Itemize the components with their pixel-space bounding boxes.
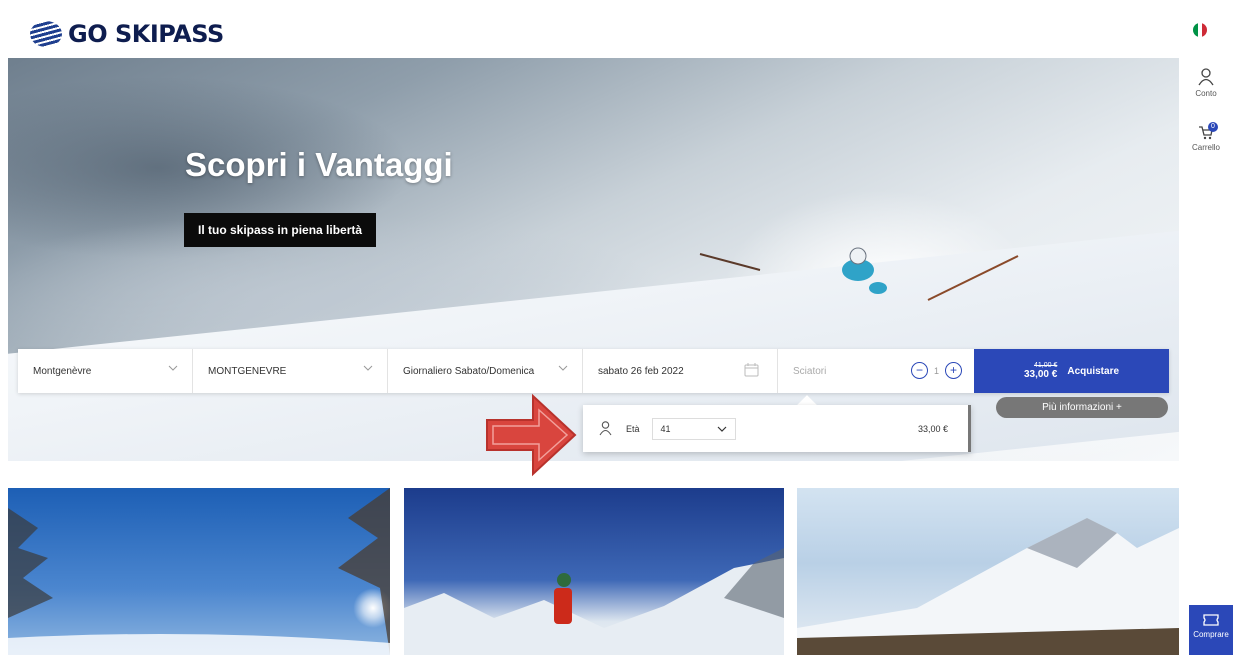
chevron-down-icon bbox=[558, 365, 568, 371]
account-button[interactable]: Conto bbox=[1179, 68, 1233, 98]
promo-card-1[interactable] bbox=[8, 488, 390, 655]
logo[interactable]: GO SKIPASS bbox=[30, 19, 224, 49]
brand-name: GO SKIPASS bbox=[68, 20, 224, 48]
area-select[interactable]: MONTGENEVRE bbox=[193, 349, 388, 393]
resort-value: Montgenèvre bbox=[33, 365, 92, 377]
calendar-icon bbox=[744, 363, 759, 377]
cart-count-badge: 0 bbox=[1208, 122, 1218, 132]
skipass-search-bar: Montgenèvre MONTGENEVRE Giornaliero Saba… bbox=[18, 349, 1169, 393]
globe-logo-icon bbox=[30, 21, 62, 47]
new-price: 33,00 € bbox=[1023, 369, 1058, 381]
skiers-count: 1 bbox=[933, 365, 939, 376]
user-icon bbox=[599, 421, 612, 436]
skier-age-popup: Età 41 33,00 € bbox=[583, 405, 971, 452]
date-value: sabato 26 feb 2022 bbox=[598, 365, 684, 377]
more-info-button[interactable]: Più informazioni + bbox=[996, 397, 1168, 418]
promo-card-2[interactable] bbox=[404, 488, 784, 655]
pass-type-select[interactable]: Giornaliero Sabato/Domenica bbox=[388, 349, 583, 393]
age-select[interactable]: 41 bbox=[651, 417, 736, 440]
user-icon bbox=[1198, 68, 1214, 86]
age-label: Età bbox=[626, 423, 640, 434]
minus-button[interactable]: − bbox=[910, 362, 928, 379]
plus-button[interactable]: + bbox=[945, 362, 962, 379]
buy-label: Acquistare bbox=[1067, 365, 1120, 377]
promo-card-3[interactable] bbox=[797, 488, 1179, 655]
buy-tab-label: Comprare bbox=[1193, 630, 1229, 639]
skiers-placeholder: Sciatori bbox=[793, 365, 827, 377]
account-label: Conto bbox=[1195, 89, 1217, 98]
tree-silhouette bbox=[8, 488, 390, 655]
skier-photo bbox=[404, 548, 784, 655]
annotation-arrow-icon bbox=[486, 393, 577, 477]
date-picker[interactable]: sabato 26 feb 2022 bbox=[583, 349, 778, 393]
chevron-down-icon bbox=[717, 426, 726, 432]
skiers-stepper: − 1 + bbox=[910, 362, 962, 379]
area-value: MONTGENEVRE bbox=[208, 365, 287, 377]
skiers-field[interactable]: Sciatori − 1 + bbox=[778, 349, 974, 393]
hero-title: Scopri i Vantaggi bbox=[185, 146, 453, 183]
skier-price: 33,00 € bbox=[917, 423, 948, 434]
italian-flag-icon[interactable] bbox=[1193, 23, 1207, 37]
ski-poles bbox=[699, 253, 1019, 301]
buy-button[interactable]: 41,00 € 33,00 € Acquistare bbox=[974, 349, 1169, 393]
resort-select[interactable]: Montgenèvre bbox=[18, 349, 193, 393]
cart-button[interactable]: 0 Carrello bbox=[1179, 122, 1233, 152]
mountain-photo bbox=[797, 518, 1179, 655]
age-value: 41 bbox=[660, 423, 671, 434]
old-price: 41,00 € bbox=[1033, 361, 1058, 369]
cart-label: Carrello bbox=[1191, 143, 1220, 152]
buy-tab[interactable]: Comprare bbox=[1189, 605, 1233, 655]
hero-tagline: Il tuo skipass in piena libertà bbox=[184, 213, 377, 247]
chevron-down-icon bbox=[363, 365, 373, 371]
chevron-down-icon bbox=[168, 365, 178, 371]
pass-type-value: Giornaliero Sabato/Domenica bbox=[403, 365, 535, 377]
ticket-icon bbox=[1203, 614, 1219, 626]
right-rail: Conto 0 Carrello Comprare bbox=[1179, 0, 1233, 655]
price-block: 41,00 € 33,00 € bbox=[1024, 362, 1057, 381]
